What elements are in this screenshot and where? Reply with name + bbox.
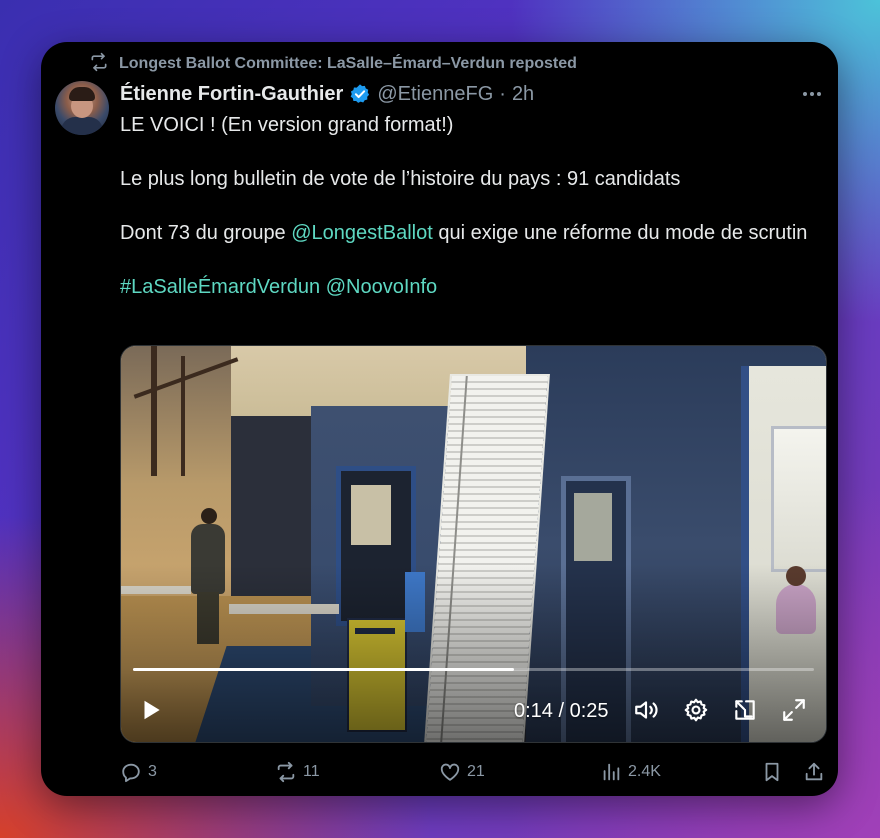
repost-count: 11 xyxy=(303,763,320,780)
reply-icon xyxy=(120,761,142,783)
repost-text: Longest Ballot Committee: LaSalle–Émard–… xyxy=(119,55,577,72)
tweet-header: Étienne Fortin-Gauthier @EtienneFG · 2h xyxy=(120,82,534,106)
author-handle[interactable]: @EtienneFG xyxy=(377,83,493,106)
tweet-body: LE VOICI ! (En version grand format!) Le… xyxy=(120,112,810,301)
picture-in-picture-icon[interactable] xyxy=(731,696,759,724)
like-count: 21 xyxy=(467,763,485,780)
share-button[interactable] xyxy=(803,760,825,784)
tweet-time[interactable]: 2h xyxy=(512,83,534,106)
fullscreen-icon[interactable] xyxy=(780,696,808,724)
repost-button[interactable]: 11 xyxy=(275,760,320,784)
more-horizontal-icon[interactable] xyxy=(800,82,824,106)
tweet-line: LE VOICI ! (En version grand format!) xyxy=(120,114,454,136)
tweet-actions: 3 11 21 2.4K xyxy=(120,760,828,784)
heart-icon xyxy=(439,761,461,783)
verified-badge-icon[interactable] xyxy=(349,83,371,105)
reply-button[interactable]: 3 xyxy=(120,760,157,784)
repost-icon xyxy=(89,52,109,77)
share-icon xyxy=(803,761,825,783)
header-separator: · xyxy=(499,82,506,105)
video-progress-bar[interactable] xyxy=(133,668,814,671)
gear-icon[interactable] xyxy=(682,696,710,724)
views-button[interactable]: 2.4K xyxy=(600,760,661,784)
video-player[interactable]: 0:14 / 0:25 xyxy=(120,345,827,743)
bookmark-icon xyxy=(761,761,783,783)
reply-count: 3 xyxy=(148,763,157,780)
tweet-card: Longest Ballot Committee: LaSalle–Émard–… xyxy=(41,42,838,796)
tweet-text-segment: qui exige une réforme du mode de scrutin xyxy=(432,222,808,244)
repost-context[interactable]: Longest Ballot Committee: LaSalle–Émard–… xyxy=(89,52,577,77)
like-button[interactable]: 21 xyxy=(439,760,485,784)
video-controls: 0:14 / 0:25 xyxy=(121,692,826,732)
repost-icon xyxy=(275,761,297,783)
video-progress-fill xyxy=(133,668,515,671)
author-name[interactable]: Étienne Fortin-Gauthier xyxy=(120,83,343,106)
bookmark-button[interactable] xyxy=(761,760,783,784)
views-count: 2.4K xyxy=(628,763,661,780)
mention-link[interactable]: @NoovoInfo xyxy=(326,276,437,298)
hashtag-link[interactable]: #LaSalleÉmardVerdun xyxy=(120,276,320,298)
views-icon xyxy=(600,761,622,783)
mention-link[interactable]: @LongestBallot xyxy=(291,222,433,244)
tweet-line: #LaSalleÉmardVerdun @NoovoInfo xyxy=(120,274,810,301)
tweet-line: Dont 73 du groupe @LongestBallot qui exi… xyxy=(120,220,810,247)
tweet-text-segment: Dont 73 du groupe xyxy=(120,222,292,244)
avatar[interactable] xyxy=(55,81,109,135)
volume-icon[interactable] xyxy=(632,696,660,724)
tweet-line: Le plus long bulletin de vote de l’histo… xyxy=(120,168,681,190)
video-frame[interactable] xyxy=(121,346,826,742)
play-icon[interactable] xyxy=(137,696,165,724)
video-time: 0:14 / 0:25 xyxy=(514,700,609,722)
